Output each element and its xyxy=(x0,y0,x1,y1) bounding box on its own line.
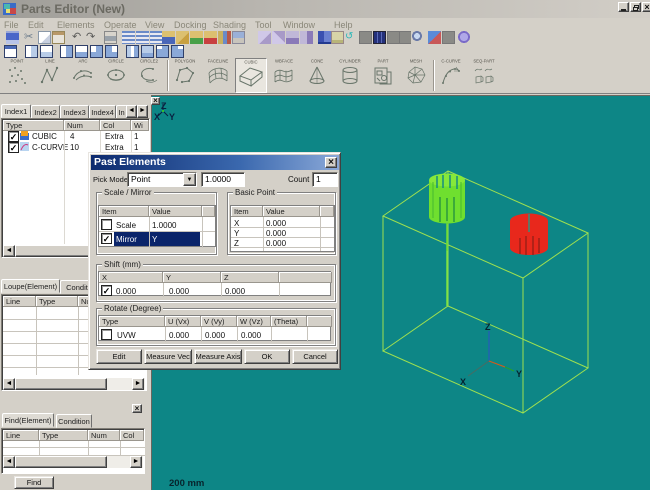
svg-text:X: X xyxy=(460,377,466,387)
svg-text:Z: Z xyxy=(485,322,491,332)
svg-text:Y: Y xyxy=(169,112,175,122)
svg-text:Y: Y xyxy=(516,369,522,379)
svg-text:Z: Z xyxy=(161,101,167,111)
svg-text:200 mm: 200 mm xyxy=(169,478,204,489)
svg-text:X: X xyxy=(154,112,160,122)
